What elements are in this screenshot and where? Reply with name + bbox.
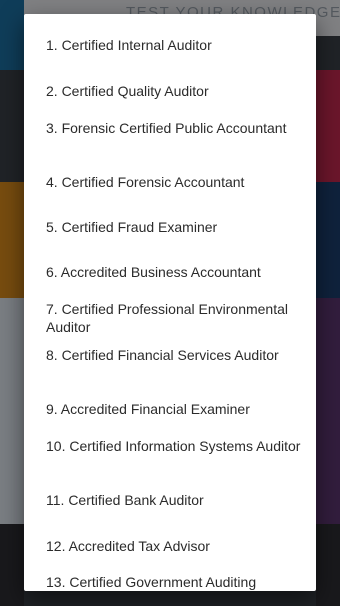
list-item[interactable]: 4. Certified Forensic Accountant (46, 173, 306, 191)
list-item[interactable]: 12. Accredited Tax Advisor (46, 537, 306, 555)
list-item[interactable]: 2. Certified Quality Auditor (46, 82, 306, 100)
list-item[interactable]: 1. Certified Internal Auditor (46, 36, 306, 54)
certification-list-dialog: 1. Certified Internal Auditor 2. Certifi… (24, 14, 316, 591)
list-item[interactable]: 6. Accredited Business Accountant (46, 263, 306, 281)
list-item[interactable]: 13. Certified Government Auditing (46, 573, 306, 591)
list-item[interactable]: 8. Certified Financial Services Auditor (46, 346, 306, 364)
list-item[interactable]: 3. Forensic Certified Public Accountant (46, 119, 306, 137)
list-item[interactable]: 7. Certified Professional Environmental … (46, 300, 306, 336)
list-item[interactable]: 9. Accredited Financial Examiner (46, 400, 306, 418)
list-item[interactable]: 10. Certified Information Systems Audito… (46, 437, 306, 455)
list-item[interactable]: 5. Certified Fraud Examiner (46, 218, 306, 236)
list-item[interactable]: 11. Certified Bank Auditor (46, 491, 306, 509)
